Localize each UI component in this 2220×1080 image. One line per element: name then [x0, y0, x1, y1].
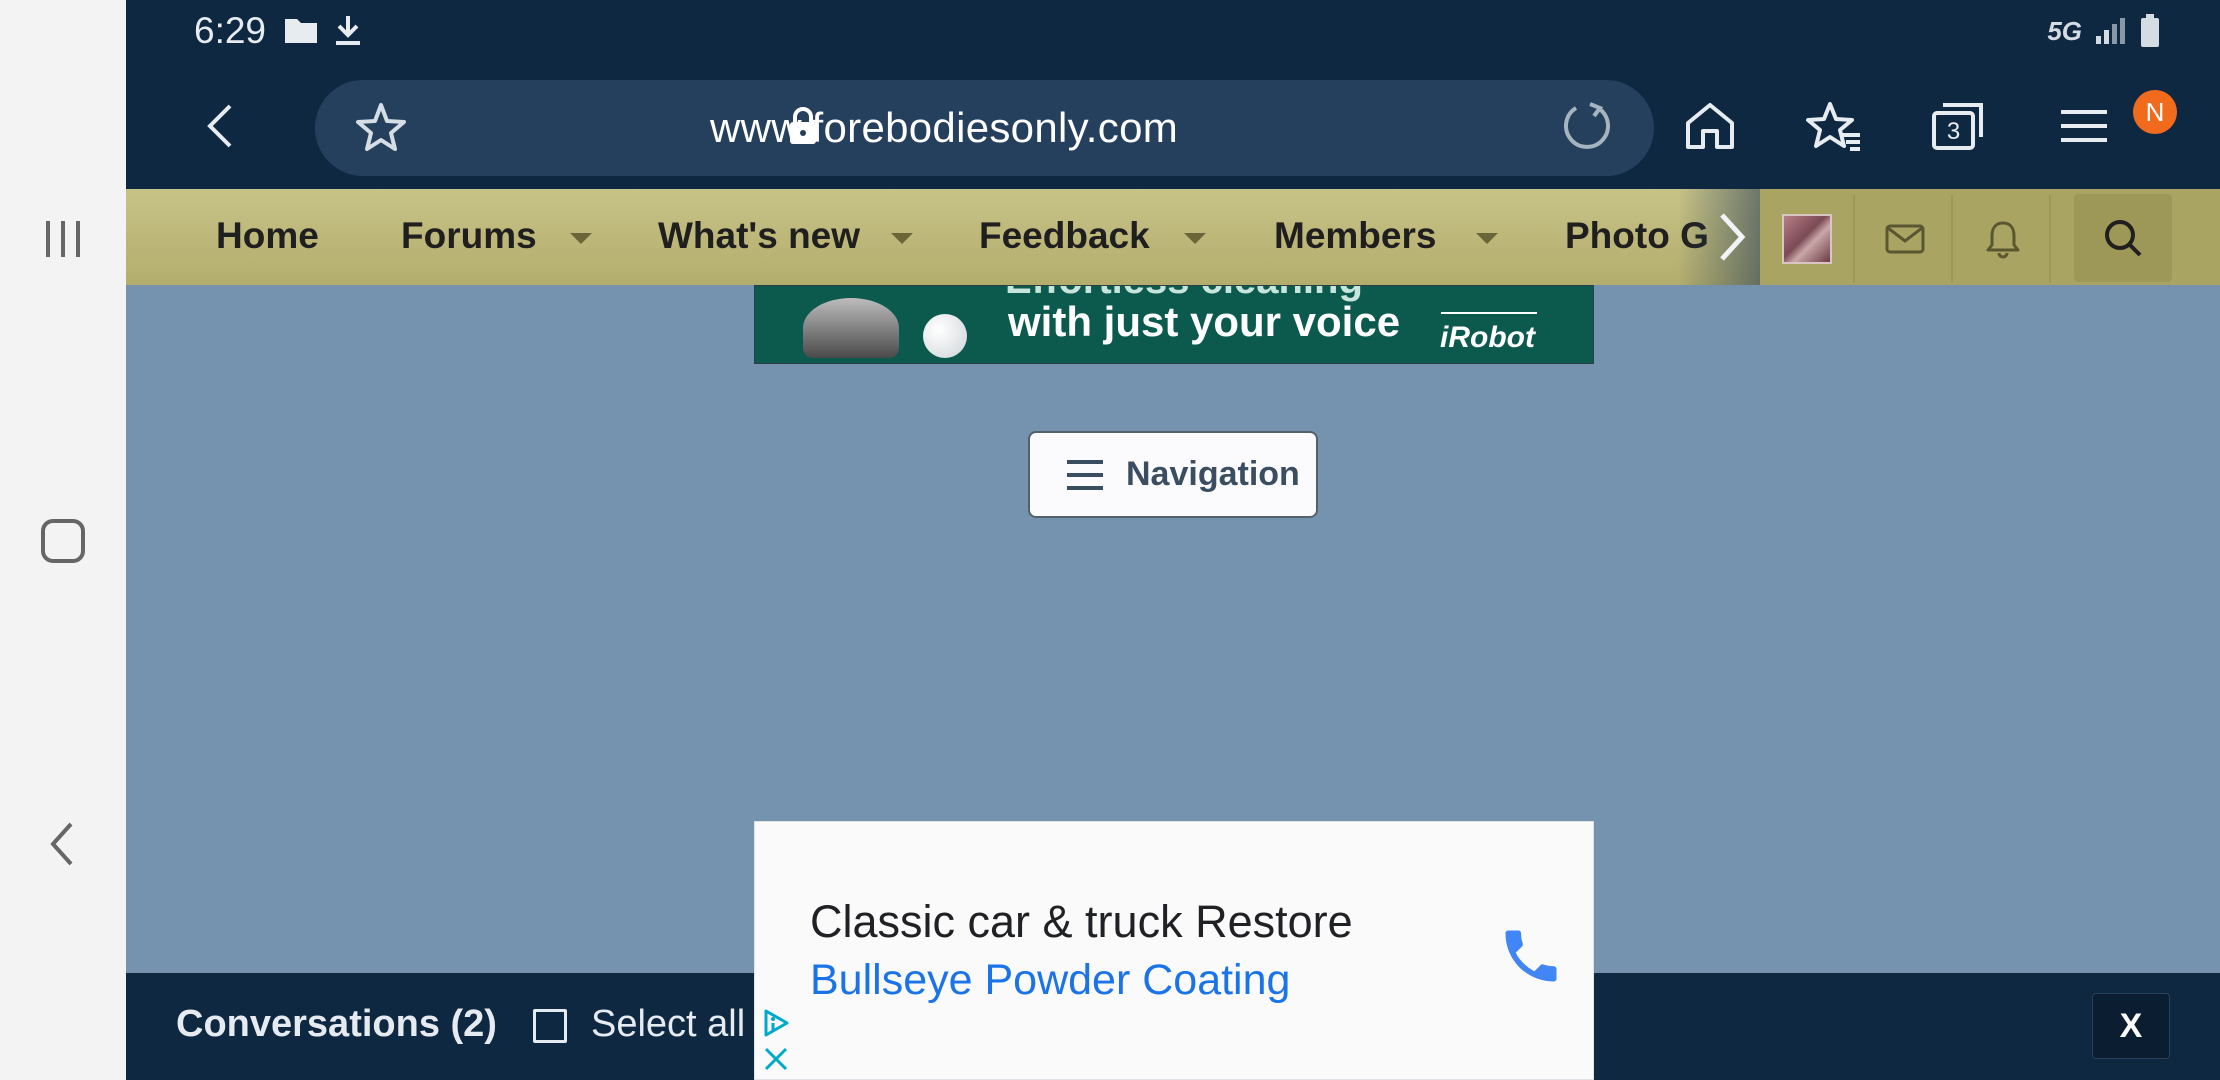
brand-rule	[1441, 312, 1537, 314]
address-bar[interactable]: www.forebodiesonly.com	[315, 80, 1654, 176]
forums-caret-icon[interactable]	[570, 233, 592, 244]
robot-vacuum-image	[803, 298, 899, 358]
tabs-button[interactable]: 3	[1922, 90, 1994, 162]
profile-badge[interactable]: N	[2133, 90, 2177, 134]
adchoices-icon[interactable]	[761, 1008, 791, 1038]
clock: 6:29	[194, 10, 267, 51]
back-icon	[207, 104, 232, 148]
bookmarks-button[interactable]	[1798, 90, 1870, 162]
phone-icon[interactable]	[1497, 922, 1565, 990]
nav-whats-new[interactable]: What's new	[658, 215, 860, 257]
select-all-checkbox[interactable]	[533, 1009, 567, 1043]
bell-icon	[1986, 221, 2019, 259]
home-icon	[1686, 103, 1734, 149]
site-nav: Home Forums What's new Feedback Members …	[126, 189, 2220, 285]
nav-forums[interactable]: Forums	[401, 215, 537, 257]
menu-button[interactable]	[2048, 90, 2120, 162]
ad-headline[interactable]: Classic car & truck Restore	[810, 896, 1353, 948]
smart-speaker-image	[923, 314, 967, 358]
url-text[interactable]: www.forebodiesonly.com	[710, 104, 1178, 152]
navigation-label: Navigation	[1126, 455, 1300, 493]
bottom-banner-ad[interactable]: Classic car & truck Restore Bullseye Pow…	[754, 821, 1594, 1080]
nav-members[interactable]: Members	[1274, 215, 1436, 257]
select-all-label[interactable]: Select all	[591, 1003, 745, 1046]
members-caret-icon[interactable]	[1476, 233, 1498, 244]
download-icon	[336, 16, 360, 45]
alerts-button[interactable]	[1956, 195, 2051, 283]
inbox-button[interactable]	[1858, 195, 1953, 283]
envelope-icon	[1885, 224, 1924, 254]
system-nav-bar	[0, 0, 126, 1080]
nav-home[interactable]: Home	[216, 215, 319, 257]
menu-icon	[2061, 110, 2107, 142]
site-search-button[interactable]	[2074, 194, 2172, 282]
status-bar: 6:29 5G	[126, 0, 2220, 62]
feedback-caret-icon[interactable]	[1184, 233, 1206, 244]
back-button[interactable]	[184, 90, 256, 162]
folder-icon	[285, 19, 317, 43]
account-avatar-button[interactable]	[1760, 195, 1855, 283]
ad-close-icon[interactable]	[763, 1046, 789, 1072]
home-square-icon	[41, 519, 85, 563]
home-button[interactable]	[1674, 90, 1746, 162]
top-banner-ad[interactable]: Effortless cleaning with just your voice…	[754, 285, 1594, 364]
navigation-button[interactable]: Navigation	[1028, 431, 1318, 518]
battery-icon	[2141, 14, 2159, 47]
system-back-button[interactable]	[23, 804, 103, 884]
whats-new-caret-icon[interactable]	[891, 233, 913, 244]
bookmark-star-icon[interactable]	[355, 102, 407, 152]
back-chevron-icon	[50, 822, 73, 866]
avatar	[1781, 214, 1832, 264]
nav-scroll-right-icon[interactable]	[1714, 209, 1750, 265]
network-type: 5G	[2047, 15, 2082, 46]
ad-brand-logo: iRobot	[1440, 321, 1535, 354]
reload-icon[interactable]	[1560, 100, 1614, 154]
hamburger-icon	[1067, 460, 1103, 490]
close-bar-button[interactable]: X	[2092, 993, 2170, 1059]
conversations-title[interactable]: Conversations (2)	[176, 1003, 497, 1046]
search-icon	[2105, 220, 2142, 257]
tab-count: 3	[1947, 118, 1960, 145]
signal-icon	[2096, 18, 2125, 44]
ad-line-2: with just your voice	[1008, 298, 1401, 345]
ad-advertiser[interactable]: Bullseye Powder Coating	[810, 956, 1290, 1005]
home-system-button[interactable]	[23, 501, 103, 581]
bookmarks-icon	[1806, 102, 1860, 151]
recent-apps-icon	[46, 221, 80, 257]
nav-feedback[interactable]: Feedback	[979, 215, 1150, 257]
recent-apps-button[interactable]	[23, 199, 103, 279]
tabs-icon: 3	[1932, 103, 1983, 150]
